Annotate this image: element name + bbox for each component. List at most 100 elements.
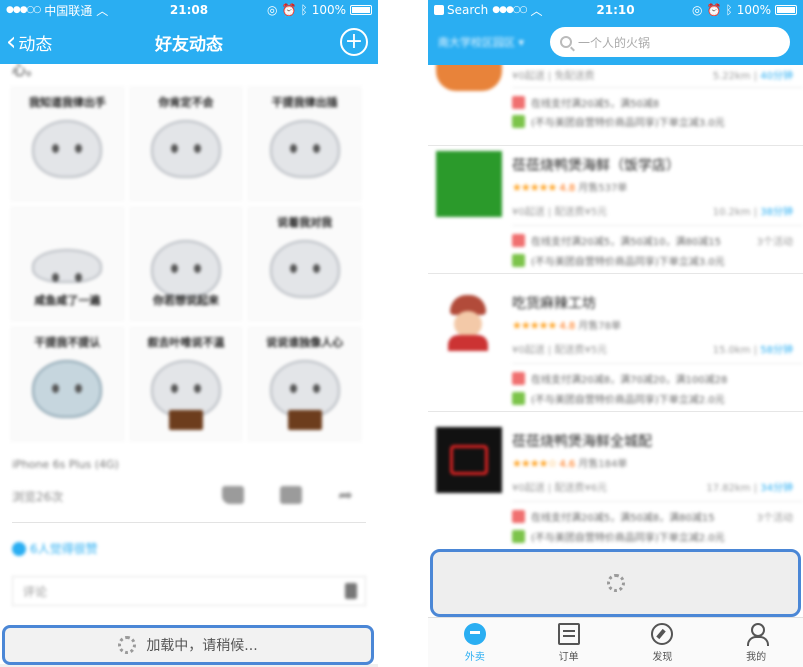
loading-indicator: 加载中，请稍候... — [2, 625, 374, 665]
search-header: 南大学校区园区 ▾ 一个人的火锅 — [428, 20, 803, 65]
shop-fee: ¥0起送 | 配送费¥6元 — [512, 483, 608, 494]
battery-icon — [775, 5, 797, 15]
promo-row: (不与美团自营特价商品同享)下单立减3.0元 — [512, 114, 725, 129]
promo-count-toggle[interactable]: 3个活动 — [757, 509, 793, 524]
shop-rating: ★★★★☆ 4.6 月售184单 — [512, 457, 628, 470]
status-time: 21:08 — [169, 3, 209, 17]
post-views: 浏览26次 — [12, 490, 64, 504]
plus-circle-icon[interactable]: + — [340, 28, 368, 56]
battery-icon — [350, 5, 372, 15]
sticker-image[interactable]: 我知道我律出手 — [10, 86, 125, 202]
tab-bar: 外卖 订单 发现 我的 — [428, 617, 803, 667]
comment-icon[interactable] — [280, 486, 302, 504]
address-selector[interactable]: 南大学校区园区 ▾ — [438, 34, 524, 50]
promo-row: 在线支付满20减5，满50减10，满80减15 — [512, 233, 721, 248]
tab-label: 外卖 — [464, 651, 485, 663]
loading-indicator — [430, 549, 801, 617]
tab-orders[interactable]: 订单 — [522, 618, 616, 667]
promo-row: (不与美团自营特价商品同享)下单立减3.0元 — [512, 253, 725, 268]
shop-logo — [436, 151, 502, 217]
promo-row: (不与美团自营特价商品同享)下单立减2.0元 — [512, 391, 725, 406]
sticker-image[interactable]: 你肯定不会 — [128, 86, 244, 202]
trash-icon[interactable] — [345, 583, 357, 599]
list-item[interactable]: 吃货麻辣工坊 ★★★★★ 4.8 月售78单 ¥0起送 | 配送费¥5元 15.0k… — [428, 289, 803, 419]
feed-content[interactable]: 心。 我知道我律出手 你肯定不会 干提我律出插 咸鱼咸了一遍 你若想说起来 说着… — [0, 64, 378, 664]
tab-label: 我的 — [746, 651, 767, 663]
list-item[interactable]: 莅莅烧鸭煲海鲜（饭学店） ★★★★★ 4.8 月售537单 ¥0起送 | 配送费¥5… — [428, 151, 803, 285]
back-button[interactable]: ‹ 动态 — [6, 20, 52, 64]
liked-row[interactable]: 6人觉得很赞 — [12, 540, 98, 557]
search-placeholder: 一个人的火锅 — [578, 35, 651, 50]
back-label: 动态 — [18, 34, 53, 55]
tab-takeout[interactable]: 外卖 — [428, 618, 522, 667]
promo-row: 在线支付满20减5，满50减8 — [512, 95, 659, 110]
shop-fee: ¥0起送 | 配送费¥5元 — [512, 345, 608, 356]
tab-label: 订单 — [558, 651, 579, 663]
promo-count-toggle[interactable]: 3个活动 — [757, 233, 793, 248]
promo-row: 在线支付满20减8，满70减20，满100减28 — [512, 371, 727, 386]
bluetooth-icon: ᛒ — [300, 3, 308, 17]
battery-percent: 100% — [311, 3, 346, 17]
shop-name: 莅莅烧鸭煲海鲜全城配 — [512, 434, 652, 450]
search-icon — [560, 36, 572, 48]
sticker-image[interactable]: 叙去叶唯说不温 — [128, 326, 244, 442]
loading-text: 加载中，请稍候... — [146, 638, 258, 654]
alarm-icon: ⏰ — [281, 3, 297, 17]
wifi-icon: ︿ — [530, 3, 543, 18]
comment-input[interactable]: 评论 — [12, 576, 366, 606]
shop-logo — [436, 65, 502, 91]
shop-distance: 15.0km | 58分钟 — [712, 345, 793, 356]
special-tag-icon — [512, 392, 525, 405]
spinner-icon — [118, 636, 137, 654]
sticker-image[interactable]: 说说谁独像人心 — [247, 326, 362, 442]
shop-distance: 17.82km | 34分钟 — [706, 483, 793, 494]
sticker-image[interactable]: 干提我不提认 — [10, 326, 125, 442]
compass-icon — [651, 622, 674, 645]
sticker-image[interactable]: 你若想说起来 — [128, 206, 244, 322]
special-tag-icon — [512, 530, 525, 543]
search-input[interactable]: 一个人的火锅 — [550, 27, 790, 57]
page-title: 好友动态 — [155, 34, 223, 55]
signal-icon: ●●●○○ — [6, 5, 41, 15]
order-list-icon — [557, 622, 580, 645]
back-app-label: Search — [447, 3, 489, 17]
liked-avatar-icon — [12, 541, 26, 556]
left-phone-screen: ●●●○○ 中国联通 ︿ 21:08 ◎ ⏰ ᛒ 100% ‹ 动态 好友动态 … — [0, 0, 378, 667]
shop-distance: 10.2km | 38分钟 — [712, 207, 793, 218]
lock-rotation-icon: ◎ — [267, 3, 278, 17]
special-tag-icon — [512, 254, 525, 267]
nav-bar: ‹ 动态 好友动态 + — [0, 20, 378, 64]
shop-fee: ¥0起送 | 免配送费 — [512, 71, 595, 82]
sticker-image[interactable]: 说着我对我 — [247, 206, 362, 322]
list-item[interactable]: ¥0起送 | 免配送费 5.22km | 40分钟 在线支付满20减5，满50减… — [428, 65, 803, 147]
share-icon[interactable] — [338, 486, 360, 504]
discount-tag-icon — [512, 234, 525, 247]
shop-rating: ★★★★★ 4.8 月售78单 — [512, 319, 621, 332]
shop-list[interactable]: ¥0起送 | 免配送费 5.22km | 40分钟 在线支付满20减5，满50减… — [428, 65, 803, 549]
status-bar: Search ●●●○○ ︿ 21:10 ◎ ⏰ ᛒ 100% — [428, 0, 803, 20]
discount-tag-icon — [512, 510, 525, 523]
sticker-image[interactable]: 干提我律出插 — [247, 86, 362, 202]
app-back-icon — [434, 5, 444, 15]
user-icon — [745, 622, 770, 646]
shop-logo — [436, 289, 502, 355]
tab-label: 发现 — [652, 651, 673, 663]
promo-row: 在线支付满20减5，满50减8，满80减15 — [512, 509, 715, 524]
tab-profile[interactable]: 我的 — [709, 618, 803, 667]
lock-rotation-icon: ◎ — [692, 3, 703, 17]
post-text: 心。 — [12, 64, 40, 79]
comparison-screenshot: ●●●○○ 中国联通 ︿ 21:08 ◎ ⏰ ᛒ 100% ‹ 动态 好友动态 … — [0, 0, 803, 667]
carrier-label: 中国联通 — [44, 3, 93, 18]
sticker-image[interactable]: 咸鱼咸了一遍 — [10, 206, 125, 322]
battery-percent: 100% — [736, 3, 771, 17]
tab-discover[interactable]: 发现 — [616, 618, 710, 667]
list-item[interactable]: 莅莅烧鸭煲海鲜全城配 ★★★★☆ 4.6 月售184单 ¥0起送 | 配送费¥6元 … — [428, 427, 803, 549]
status-bar: ●●●○○ 中国联通 ︿ 21:08 ◎ ⏰ ᛒ 100% — [0, 0, 378, 20]
shop-rating: ★★★★★ 4.8 月售537单 — [512, 181, 628, 194]
shop-name: 莅莅烧鸭煲海鲜（饭学店） — [512, 158, 680, 174]
thumbs-up-icon[interactable] — [222, 486, 244, 504]
chevron-left-icon: ‹ — [6, 27, 17, 57]
back-to-app-button[interactable]: Search — [434, 3, 488, 17]
discount-tag-icon — [512, 96, 525, 109]
comment-placeholder: 评论 — [23, 584, 48, 599]
